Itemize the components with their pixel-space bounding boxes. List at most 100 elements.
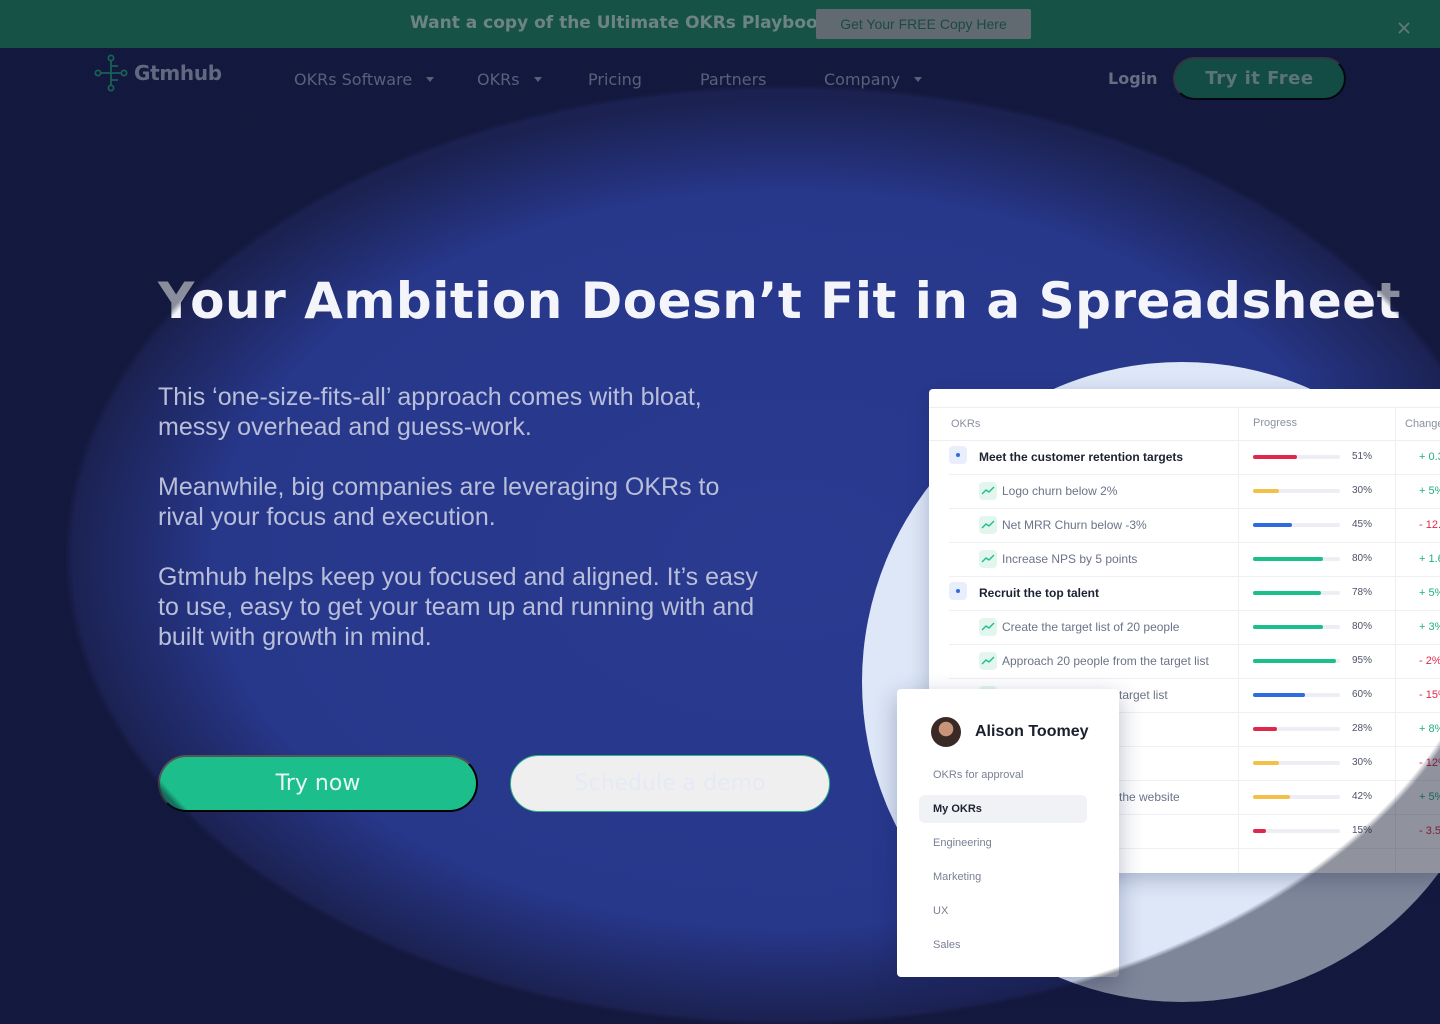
progress-bar-fill bbox=[1253, 795, 1290, 799]
change-value: - 3.5% bbox=[1419, 825, 1440, 837]
okr-name: Recruit the top talent bbox=[979, 586, 1100, 600]
progress-bar bbox=[1253, 761, 1340, 765]
brand-name: Gtmhub bbox=[134, 61, 222, 85]
trend-icon bbox=[979, 516, 997, 534]
key-result-row[interactable]: Approach 20 people from the target list 9… bbox=[949, 645, 1440, 679]
progress-bar-fill bbox=[1253, 761, 1280, 765]
progress-percent: 45% bbox=[1352, 519, 1373, 530]
progress-bar bbox=[1253, 455, 1340, 459]
objective-icon bbox=[949, 582, 967, 600]
hero-title: Your Ambition Doesn’t Fit in a Spreadshe… bbox=[158, 272, 1402, 330]
progress-percent: 78% bbox=[1352, 587, 1373, 598]
progress-percent: 15% bbox=[1352, 825, 1373, 836]
progress-bar-fill bbox=[1253, 489, 1280, 493]
okr-name: target list bbox=[1119, 688, 1168, 702]
progress-percent: 95% bbox=[1352, 655, 1373, 666]
progress-percent: 80% bbox=[1352, 621, 1373, 632]
nav-label: Company bbox=[824, 70, 901, 89]
okr-name: Create the target list of 20 people bbox=[1002, 620, 1180, 634]
okr-side-panel: Alison Toomey OKRs for approval My OKRs … bbox=[897, 689, 1119, 977]
progress-bar-fill bbox=[1253, 693, 1306, 697]
nav-label: OKRs Software bbox=[294, 70, 413, 89]
progress-bar-fill bbox=[1253, 591, 1321, 595]
change-value: + 5% bbox=[1419, 791, 1440, 803]
progress-bar-fill bbox=[1253, 659, 1336, 663]
login-link[interactable]: Login bbox=[1108, 69, 1158, 88]
okr-table-header: OKRs Progress Change bbox=[929, 407, 1440, 441]
objective-row[interactable]: Meet the customer retention targets 51% + … bbox=[949, 441, 1440, 475]
key-result-row[interactable]: Net MRR Churn below -3% 45% - 12.5% bbox=[949, 509, 1440, 543]
progress-bar bbox=[1253, 523, 1340, 527]
progress-bar bbox=[1253, 727, 1340, 731]
side-item-ux[interactable]: UX bbox=[933, 905, 948, 917]
promo-text: Want a copy of the Ultimate OKRs Playboo… bbox=[410, 13, 839, 33]
nav-okrs-software[interactable]: OKRs Software bbox=[294, 70, 435, 89]
change-value: - 12.5% bbox=[1419, 519, 1440, 531]
objective-icon bbox=[949, 446, 967, 464]
logo-icon bbox=[94, 54, 128, 92]
avatar bbox=[931, 717, 961, 747]
okr-name: Logo churn below 2% bbox=[1002, 484, 1118, 498]
schedule-demo-button[interactable]: Schedule a demo bbox=[510, 755, 830, 812]
nav-label: Pricing bbox=[588, 70, 642, 89]
close-icon[interactable] bbox=[1396, 20, 1412, 36]
key-result-row[interactable]: Create the target list of 20 people 80% + … bbox=[949, 611, 1440, 645]
nav-company[interactable]: Company bbox=[824, 70, 923, 89]
side-item-marketing[interactable]: Marketing bbox=[933, 871, 981, 883]
change-value: + 0.3% bbox=[1419, 451, 1440, 463]
change-value: + 5% bbox=[1419, 485, 1440, 497]
try-now-button[interactable]: Try now bbox=[158, 755, 478, 812]
change-column-header: Change bbox=[1405, 418, 1440, 430]
okr-name: Meet the customer retention targets bbox=[979, 450, 1184, 464]
progress-bar-fill bbox=[1253, 829, 1267, 833]
nav-pricing[interactable]: Pricing bbox=[588, 70, 642, 89]
okr-name: the website bbox=[1119, 790, 1180, 804]
progress-bar bbox=[1253, 795, 1340, 799]
change-value: - 15% bbox=[1419, 689, 1440, 701]
trend-icon bbox=[979, 618, 997, 636]
key-result-row[interactable]: Logo churn below 2% 30% + 5% bbox=[949, 475, 1440, 509]
progress-bar bbox=[1253, 829, 1340, 833]
progress-bar bbox=[1253, 489, 1340, 493]
chevron-down-icon bbox=[533, 77, 542, 82]
nav-label: OKRs bbox=[477, 70, 520, 89]
change-value: + 8% bbox=[1419, 723, 1440, 735]
change-value: + 5% bbox=[1419, 587, 1440, 599]
progress-percent: 60% bbox=[1352, 689, 1373, 700]
progress-percent: 80% bbox=[1352, 553, 1373, 564]
trend-icon bbox=[979, 652, 997, 670]
side-item-sales[interactable]: Sales bbox=[933, 939, 961, 951]
promo-download-button[interactable]: Get Your FREE Copy Here bbox=[816, 9, 1031, 39]
side-item-engineering[interactable]: Engineering bbox=[933, 837, 992, 849]
progress-bar-fill bbox=[1253, 557, 1323, 561]
nav-partners[interactable]: Partners bbox=[700, 70, 766, 89]
progress-bar bbox=[1253, 591, 1340, 595]
chevron-down-icon bbox=[914, 77, 923, 82]
objective-row[interactable]: Recruit the top talent 78% + 5% bbox=[949, 577, 1440, 611]
progress-bar-fill bbox=[1253, 523, 1293, 527]
progress-bar bbox=[1253, 625, 1340, 629]
promo-bar: Want a copy of the Ultimate OKRs Playboo… bbox=[0, 0, 1440, 48]
progress-percent: 28% bbox=[1352, 723, 1373, 734]
brand-logo[interactable]: Gtmhub bbox=[94, 54, 222, 92]
key-result-row[interactable]: Increase NPS by 5 points 80% + 1.6% bbox=[949, 543, 1440, 577]
progress-percent: 51% bbox=[1352, 451, 1373, 462]
change-value: - 2% bbox=[1419, 655, 1440, 667]
hero-paragraph: Gtmhub helps keep you focused and aligne… bbox=[158, 563, 758, 651]
progress-percent: 30% bbox=[1352, 757, 1373, 768]
side-item-my-okrs[interactable]: My OKRs bbox=[919, 795, 1087, 823]
progress-bar-fill bbox=[1253, 455, 1298, 459]
progress-bar bbox=[1253, 557, 1340, 561]
progress-column-header: Progress bbox=[1253, 417, 1298, 429]
side-item-okrs-for-approval[interactable]: OKRs for approval bbox=[933, 769, 1023, 781]
progress-percent: 30% bbox=[1352, 485, 1373, 496]
user-name: Alison Toomey bbox=[975, 723, 1089, 740]
trend-icon bbox=[979, 550, 997, 568]
okrs-column-header: OKRs bbox=[951, 418, 981, 430]
progress-percent: 42% bbox=[1352, 791, 1373, 802]
nav-okrs[interactable]: OKRs bbox=[477, 70, 542, 89]
progress-bar bbox=[1253, 659, 1340, 663]
try-free-button[interactable]: Try it Free bbox=[1173, 57, 1346, 100]
trend-icon bbox=[979, 482, 997, 500]
progress-bar bbox=[1253, 693, 1340, 697]
